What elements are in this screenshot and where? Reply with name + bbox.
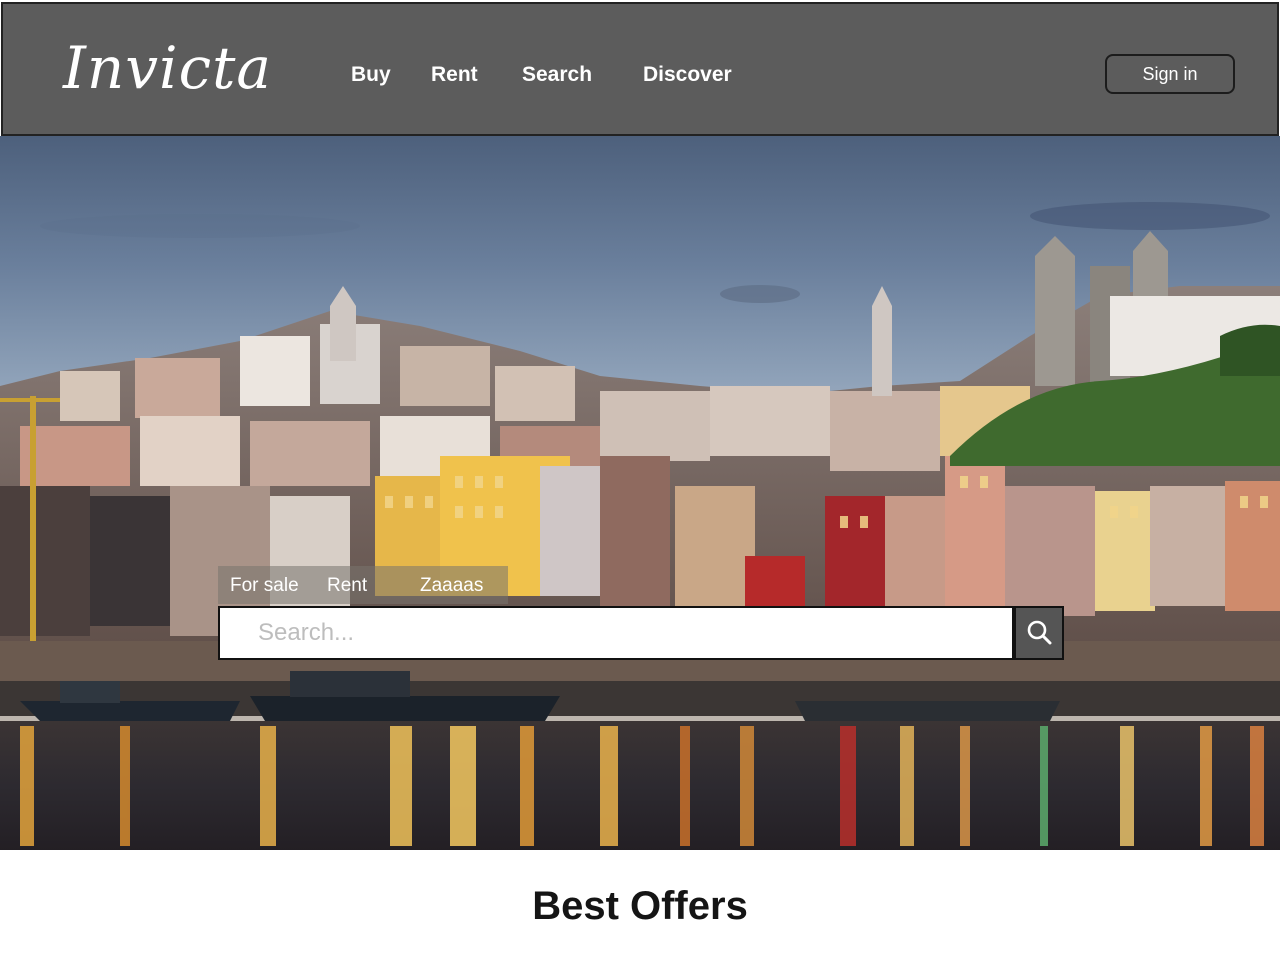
tab-zaaaas[interactable]: Zaaaas (420, 575, 483, 597)
tab-rent[interactable]: Rent (327, 575, 367, 597)
nav-rent-link[interactable]: Rent (431, 62, 478, 88)
search-mode-tabs: For sale Rent Zaaaas (218, 566, 508, 604)
search-box (218, 606, 1014, 660)
search-input[interactable] (220, 608, 1012, 658)
hero-cityscape-image (0, 202, 1280, 850)
sign-in-button[interactable]: Sign in (1105, 54, 1235, 94)
tab-for-sale[interactable]: For sale (230, 575, 299, 597)
brand-logo[interactable]: Invicta (63, 28, 272, 108)
top-navigation-bar: Invicta Buy Rent Search Discover Sign in (1, 2, 1279, 136)
best-offers-heading: Best Offers (532, 884, 748, 928)
hero-banner: For sale Rent Zaaaas (0, 136, 1280, 850)
magnifier-icon (1027, 620, 1052, 645)
nav-search-link[interactable]: Search (522, 62, 592, 88)
search-button[interactable] (1014, 606, 1064, 660)
nav-buy-link[interactable]: Buy (351, 62, 391, 88)
nav-discover-link[interactable]: Discover (643, 62, 732, 88)
